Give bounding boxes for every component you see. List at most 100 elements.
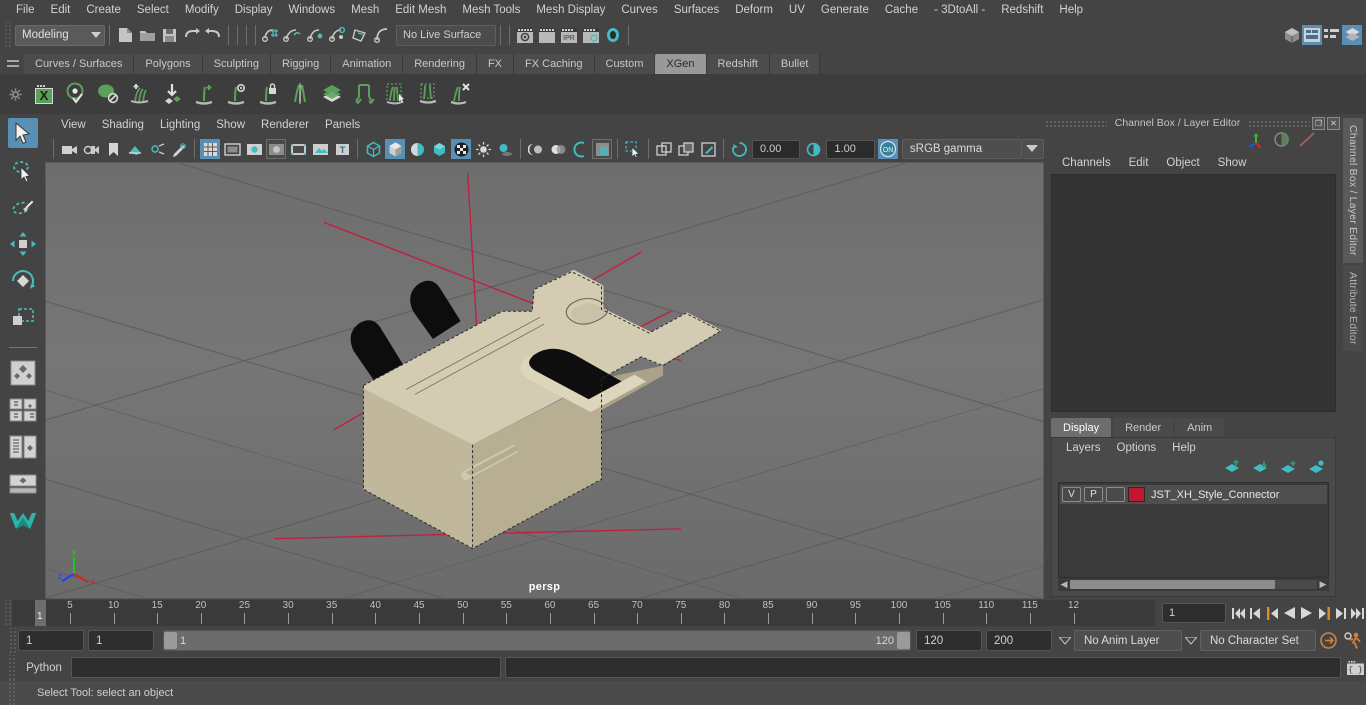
playback-start-time-field[interactable]: 1 <box>88 630 154 651</box>
step-forward-key-icon[interactable] <box>1332 602 1349 624</box>
toggle-film-gate-icon[interactable] <box>222 139 242 159</box>
viewport-menu-view[interactable]: View <box>53 114 94 136</box>
select-camera-icon[interactable] <box>59 139 79 159</box>
character-set-field[interactable]: No Character Set <box>1200 630 1316 651</box>
open-scene-icon[interactable] <box>136 24 158 46</box>
step-back-frame-icon[interactable] <box>1264 602 1281 624</box>
layer-tab-display[interactable]: Display <box>1051 418 1112 437</box>
make-live-icon[interactable] <box>370 24 392 46</box>
xgen-lock-guide-icon[interactable] <box>252 77 284 111</box>
multi-sample-aa-icon[interactable] <box>570 139 590 159</box>
menu-display[interactable]: Display <box>227 0 281 20</box>
range-slider-grip[interactable] <box>8 627 16 654</box>
xgen-clump-icon[interactable] <box>412 77 444 111</box>
render-settings-icon[interactable] <box>580 24 602 46</box>
menu-windows[interactable]: Windows <box>280 0 343 20</box>
layer-color-swatch[interactable] <box>1128 487 1145 502</box>
layer-row[interactable]: V P JST_XH_Style_Connector <box>1060 485 1327 504</box>
snap-to-grid-icon[interactable] <box>260 24 282 46</box>
shelf-tab-redshift[interactable]: Redshift <box>706 54 770 74</box>
current-time-indicator[interactable]: 1 <box>35 600 46 626</box>
layer-tab-render[interactable]: Render <box>1113 418 1174 437</box>
show-hide-tool-settings-icon[interactable] <box>1322 25 1342 45</box>
motion-blur-icon[interactable] <box>548 139 568 159</box>
play-backwards-icon[interactable] <box>1281 602 1298 624</box>
menu-create[interactable]: Create <box>78 0 129 20</box>
layer-tab-anim[interactable]: Anim <box>1175 418 1225 437</box>
anim-layer-field[interactable]: No Anim Layer <box>1074 630 1182 651</box>
animation-preferences-icon[interactable] <box>1340 630 1366 651</box>
xgen-guide-display-icon[interactable] <box>220 77 252 111</box>
layer-list-scrollbar[interactable]: ◀ ▶ <box>1058 578 1329 591</box>
layer-shading-toggle[interactable] <box>1106 487 1125 502</box>
render-current-frame-icon[interactable] <box>514 24 536 46</box>
channel-speed-icon[interactable] <box>1273 131 1290 153</box>
layer-visibility-toggle[interactable]: V <box>1062 487 1081 502</box>
go-to-start-icon[interactable] <box>1230 602 1247 624</box>
snap-to-point-icon[interactable] <box>304 24 326 46</box>
scrollbar-thumb[interactable] <box>1070 580 1275 589</box>
manipulator-axes-icon[interactable] <box>1247 132 1265 153</box>
rotate-tool-icon[interactable] <box>8 266 38 296</box>
redo-icon[interactable] <box>202 24 224 46</box>
persp-viewport[interactable]: y x z persp <box>45 162 1044 599</box>
xray-joints-icon[interactable] <box>676 139 696 159</box>
live-surface-field[interactable]: No Live Surface <box>396 24 496 46</box>
panel-grip-right[interactable] <box>1248 119 1310 127</box>
shelf-tab-curves-surfaces[interactable]: Curves / Surfaces <box>24 54 135 74</box>
xgen-delete-icon[interactable] <box>444 77 476 111</box>
scroll-right-icon[interactable]: ▶ <box>1317 579 1329 590</box>
quick-layout-outliner-icon[interactable] <box>8 432 38 462</box>
menu-3dtoall[interactable]: - 3DtoAll - <box>926 0 993 20</box>
xgen-import-icon[interactable] <box>156 77 188 111</box>
quick-layout-single-icon[interactable] <box>8 469 38 499</box>
command-output-field[interactable] <box>505 657 1341 678</box>
snap-to-curve-icon[interactable] <box>282 24 304 46</box>
xgen-preview-icon[interactable] <box>60 77 92 111</box>
playback-end-time-field[interactable]: 120 <box>916 630 982 651</box>
channel-menu-show[interactable]: Show <box>1209 157 1256 169</box>
quick-layout-four-view-icon[interactable] <box>8 358 38 388</box>
toggle-film-gate-mask-icon[interactable] <box>288 139 308 159</box>
status-line-grip[interactable] <box>3 22 11 48</box>
shading-smooth-wire-icon[interactable] <box>407 139 427 159</box>
color-management-toggle-icon[interactable]: ON <box>877 139 898 159</box>
create-layer-from-selected-icon[interactable] <box>1308 459 1325 479</box>
show-hide-channel-box-icon[interactable] <box>1342 25 1362 45</box>
xgen-select-region-icon[interactable] <box>380 77 412 111</box>
shelf-tab-rendering[interactable]: Rendering <box>403 54 477 74</box>
vtab-attribute-editor[interactable]: Attribute Editor <box>1343 264 1363 352</box>
menu-generate[interactable]: Generate <box>813 0 877 20</box>
toggle-grid-icon[interactable] <box>200 139 220 159</box>
show-hide-attribute-editor-icon[interactable] <box>1302 25 1322 45</box>
shelf-tab-fx[interactable]: FX <box>476 54 515 74</box>
auto-key-icon[interactable] <box>1316 630 1340 651</box>
step-back-key-icon[interactable] <box>1247 602 1264 624</box>
move-layer-down-icon[interactable] <box>1252 460 1269 479</box>
menu-select[interactable]: Select <box>129 0 177 20</box>
shelf-tab-animation[interactable]: Animation <box>331 54 404 74</box>
shelf-tab-bullet[interactable]: Bullet <box>769 54 821 74</box>
grease-pencil-icon[interactable] <box>169 139 189 159</box>
menu-set-selector[interactable]: Modeling <box>15 24 105 46</box>
new-scene-icon[interactable] <box>114 24 136 46</box>
character-set-dropdown-icon[interactable] <box>1182 630 1200 651</box>
panel-undock-icon[interactable]: ❐ <box>1312 116 1325 130</box>
two-d-pan-zoom-icon[interactable] <box>147 139 167 159</box>
menu-mesh[interactable]: Mesh <box>343 0 387 20</box>
command-language-label[interactable]: Python <box>17 662 71 674</box>
xgen-sculpt-guide-icon[interactable] <box>284 77 316 111</box>
menu-file[interactable]: File <box>8 0 43 20</box>
gamma-field[interactable]: 1.00 <box>826 139 875 159</box>
image-plane-icon[interactable] <box>125 139 145 159</box>
shelf-tab-custom[interactable]: Custom <box>594 54 656 74</box>
color-management-field[interactable]: sRGB gamma <box>901 139 1022 159</box>
shelf-tab-fx-caching[interactable]: FX Caching <box>514 54 595 74</box>
depth-of-field-icon[interactable] <box>592 139 612 159</box>
viewport-menu-panels[interactable]: Panels <box>317 114 368 136</box>
layer-menu-layers[interactable]: Layers <box>1058 442 1109 454</box>
shelf-tab-sculpting[interactable]: Sculpting <box>202 54 271 74</box>
gamma-reset-icon[interactable] <box>803 139 823 159</box>
time-slider-grip[interactable] <box>3 600 11 626</box>
channel-menu-channels[interactable]: Channels <box>1053 157 1120 169</box>
